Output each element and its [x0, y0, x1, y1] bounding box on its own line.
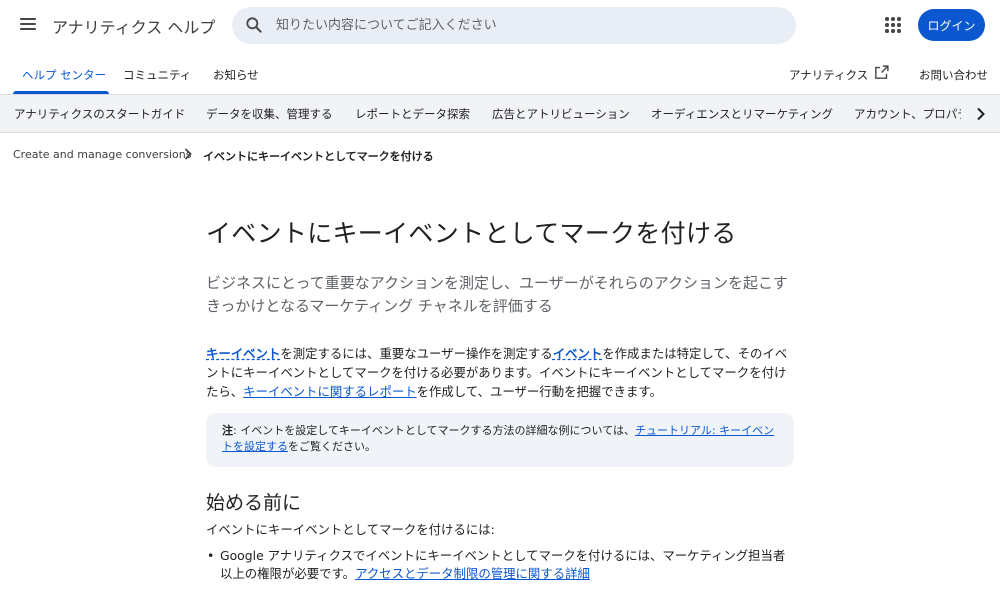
- tabs-bar: ヘルプ センター コミュニティ お知らせ アナリティクス お問い合わせ: [0, 50, 1000, 94]
- page-subtitle: ビジネスにとって重要なアクションを測定し、ユーザーがそれらのアクションを起こすき…: [206, 274, 788, 315]
- category-reports[interactable]: レポートとデータ探索: [355, 106, 470, 122]
- contact-link[interactable]: お問い合わせ: [919, 67, 988, 83]
- article: イベントにキーイベントとしてマークを付ける ビジネスにとって重要なアクションを測…: [206, 216, 796, 583]
- access-management-link[interactable]: アクセスとデータ制限の管理に関する詳細: [355, 566, 590, 581]
- requirements-list: Google アナリティクスでイベントにキーイベントとしてマークを付けるには、マ…: [206, 547, 796, 583]
- category-scroll-right[interactable]: [961, 95, 1000, 132]
- search-box[interactable]: [232, 7, 796, 44]
- category-nav: アナリティクスのスタートガイド データを収集、管理する レポートとデータ探索 広…: [0, 94, 1000, 133]
- search-icon[interactable]: [244, 15, 264, 35]
- glossary-term-event[interactable]: イベント: [553, 346, 603, 361]
- breadcrumb-parent[interactable]: Create and manage conversions: [13, 148, 191, 161]
- category-audiences[interactable]: オーディエンスとリマーケティング: [651, 106, 833, 122]
- open-in-new-icon[interactable]: [873, 64, 890, 81]
- paragraph-text: を作成して、ユーザー行動を把握できます。: [416, 384, 662, 399]
- page-title: イベントにキーイベントとしてマークを付ける: [206, 219, 737, 248]
- paragraph-text: を測定するには、重要なユーザー操作を測定する: [280, 346, 553, 361]
- category-getting-started[interactable]: アナリティクスのスタートガイド: [14, 106, 185, 122]
- note-text: : イベントを設定してキーイベントとしてマークする方法の詳細な例については、: [233, 424, 635, 437]
- breadcrumb-current: イベントにキーイベントとしてマークを付ける: [203, 150, 434, 163]
- intro-paragraph: キーイベントを測定するには、重要なユーザー操作を測定するイベントを作成または特定…: [206, 344, 796, 401]
- menu-icon[interactable]: [17, 13, 39, 35]
- section-heading-before-you-begin: 始める前に: [206, 492, 302, 514]
- category-collect-data[interactable]: データを収集、管理する: [206, 106, 333, 122]
- note-label: 注: [222, 424, 233, 437]
- chevron-right-icon: [976, 107, 985, 120]
- analytics-link[interactable]: アナリティクス: [789, 67, 868, 83]
- product-name[interactable]: アナリティクス ヘルプ: [52, 14, 215, 38]
- search-input[interactable]: [276, 7, 776, 44]
- note-suffix: をご覧ください。: [288, 440, 376, 453]
- list-item: Google アナリティクスでイベントにキーイベントとしてマークを付けるには、マ…: [206, 547, 796, 583]
- top-app-bar: アナリティクス ヘルプ ログイン: [0, 0, 1000, 50]
- apps-icon[interactable]: [883, 15, 903, 35]
- category-ads-attribution[interactable]: 広告とアトリビューション: [492, 106, 630, 122]
- note-callout: 注: イベントを設定してキーイベントとしてマークする方法の詳細な例については、チ…: [206, 413, 794, 467]
- login-button[interactable]: ログイン: [918, 9, 985, 41]
- chevron-right-icon: [184, 148, 192, 160]
- key-event-report-link[interactable]: キーイベントに関するレポート: [243, 384, 416, 399]
- tab-community[interactable]: コミュニティ: [123, 67, 191, 83]
- glossary-term-key-event[interactable]: キーイベント: [206, 346, 280, 361]
- tab-help-center[interactable]: ヘルプ センター: [22, 67, 106, 83]
- tab-announcements[interactable]: お知らせ: [213, 67, 259, 83]
- section-intro: イベントにキーイベントとしてマークを付けるには:: [206, 522, 495, 537]
